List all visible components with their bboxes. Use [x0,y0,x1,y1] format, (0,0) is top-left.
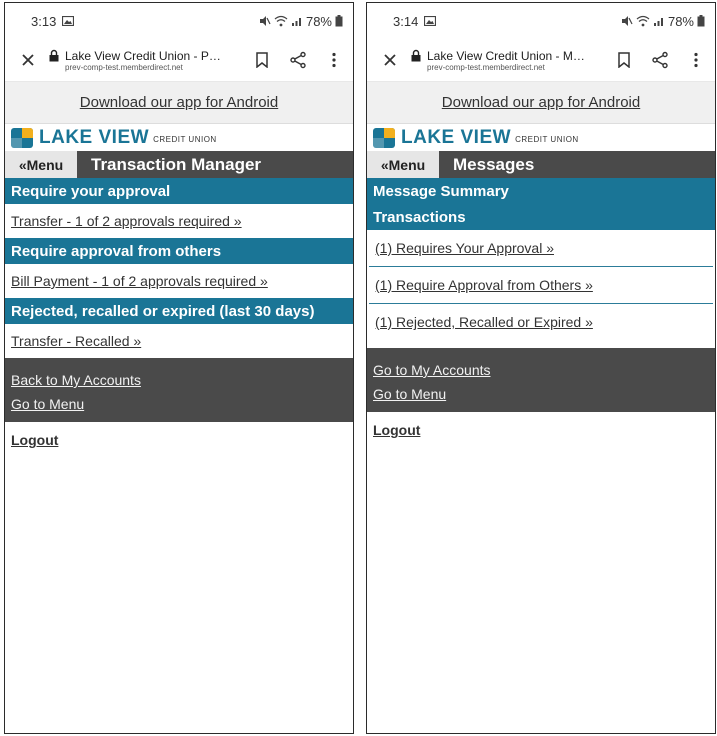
page-title: Messages [453,154,535,174]
rejected-recalled-expired-link[interactable]: (1) Rejected, Recalled or Expired » [375,314,593,330]
logout-link[interactable]: Logout [373,422,420,438]
app-download-banner: Download our app for Android [367,82,715,124]
phone-screen-messages: 3:14 78% Lake View Credit Union - Me... … [366,2,716,734]
go-to-menu-link[interactable]: Go to Menu [11,396,347,412]
close-tab-button[interactable] [15,47,41,73]
lock-icon [411,49,421,67]
logo-mark-icon [373,127,395,148]
section-heading-approval-from-others: Require approval from others [5,238,353,264]
address-bar[interactable]: Lake View Credit Union - Me... prev-comp… [411,49,605,72]
requires-your-approval-link[interactable]: (1) Requires Your Approval » [375,240,554,256]
close-icon [22,54,34,66]
gallery-notification-icon [62,16,75,26]
close-tab-button[interactable] [377,47,403,73]
list-item: (1) Rejected, Recalled or Expired » [369,304,713,340]
wifi-icon [636,15,650,27]
more-vertical-icon [332,52,336,68]
list-item: (1) Require Approval from Others » [369,267,713,304]
transactions-subheading: Transactions [367,204,715,230]
logout-link[interactable]: Logout [11,432,58,448]
status-time: 3:14 [393,13,419,29]
bookmark-button[interactable] [613,49,635,71]
transfer-approval-link[interactable]: Transfer - 1 of 2 approvals required » [11,213,242,229]
status-bar: 3:14 78% [367,3,715,39]
bookmark-icon [618,52,630,68]
browser-url: prev-comp-test.memberdirect.net [427,62,545,72]
share-icon [290,51,306,69]
more-options-button[interactable] [685,49,707,71]
wifi-icon [274,15,288,27]
share-icon [652,51,668,69]
go-to-accounts-link[interactable]: Go to My Accounts [373,362,709,378]
mute-icon [621,15,633,27]
mute-icon [259,15,271,27]
app-download-banner: Download our app for Android [5,82,353,124]
brand-logo: LAKE VIEW CREDIT UNION [367,124,715,151]
browser-page-title: Lake View Credit Union - Me... [427,48,587,63]
browser-toolbar: Lake View Credit Union - Me... prev-comp… [367,39,715,82]
footer-nav: Go to My Accounts Go to Menu [367,348,715,412]
browser-page-title: Lake View Credit Union - Pe... [65,48,225,63]
page-header: «Menu Transaction Manager [5,151,353,178]
logo-name: LAKE VIEW [401,126,512,148]
bookmark-button[interactable] [251,49,273,71]
page-header: «Menu Messages [367,151,715,178]
address-bar[interactable]: Lake View Credit Union - Pe... prev-comp… [49,49,243,72]
close-icon [384,54,396,66]
battery-icon [697,15,705,27]
logout-row: Logout [5,422,353,460]
share-button[interactable] [287,49,309,71]
list-item: (1) Requires Your Approval » [369,230,713,267]
brand-logo: LAKE VIEW CREDIT UNION [5,124,353,151]
logo-subtitle: CREDIT UNION [153,134,217,144]
browser-url: prev-comp-test.memberdirect.net [65,62,183,72]
download-app-link[interactable]: Download our app for Android [80,94,278,111]
logo-name: LAKE VIEW [39,126,150,148]
status-time: 3:13 [31,13,57,29]
logo-subtitle: CREDIT UNION [515,134,579,144]
list-item: Bill Payment - 1 of 2 approvals required… [5,264,353,298]
section-heading-rejected: Rejected, recalled or expired (last 30 d… [5,298,353,324]
lock-icon [49,49,59,67]
gallery-notification-icon [424,16,437,26]
battery-icon [335,15,343,27]
more-vertical-icon [694,52,698,68]
require-approval-from-others-link[interactable]: (1) Require Approval from Others » [375,277,593,293]
menu-button[interactable]: «Menu [5,151,77,178]
go-to-menu-link[interactable]: Go to Menu [373,386,709,402]
signal-icon [291,15,303,27]
list-item: Transfer - 1 of 2 approvals required » [5,204,353,238]
more-options-button[interactable] [323,49,345,71]
signal-icon [653,15,665,27]
battery-percent: 78% [305,13,332,29]
message-summary-heading: Message Summary [367,178,715,204]
section-heading-your-approval: Require your approval [5,178,353,204]
back-to-accounts-link[interactable]: Back to My Accounts [11,372,347,388]
bill-payment-approval-link[interactable]: Bill Payment - 1 of 2 approvals required… [11,273,268,289]
logout-row: Logout [367,412,715,450]
battery-percent: 78% [667,13,694,29]
transfer-recalled-link[interactable]: Transfer - Recalled » [11,333,141,349]
download-app-link[interactable]: Download our app for Android [442,94,640,111]
footer-nav: Back to My Accounts Go to Menu [5,358,353,422]
list-item: Transfer - Recalled » [5,324,353,358]
phone-screen-transaction-manager: 3:13 78% Lake View Credit Union - Pe... … [4,2,354,734]
page-title: Transaction Manager [91,154,262,174]
menu-button[interactable]: «Menu [367,151,439,178]
logo-mark-icon [11,127,33,148]
browser-toolbar: Lake View Credit Union - Pe... prev-comp… [5,39,353,82]
share-button[interactable] [649,49,671,71]
status-bar: 3:13 78% [5,3,353,39]
bookmark-icon [256,52,268,68]
